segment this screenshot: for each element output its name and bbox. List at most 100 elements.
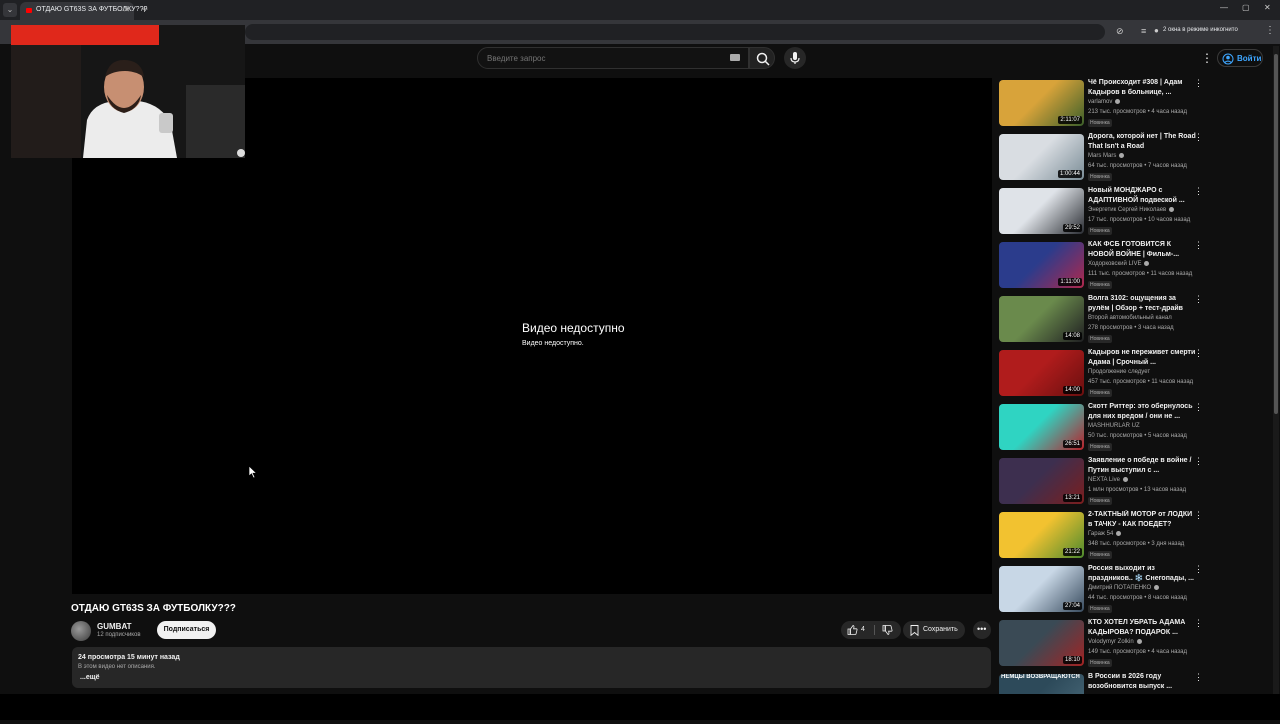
recommendation-channel[interactable]: Продолжение следует	[1088, 369, 1150, 375]
more-horizontal-icon: •••	[977, 624, 987, 634]
subscribe-button[interactable]: Подписаться	[157, 621, 216, 639]
more-actions-button[interactable]: •••	[973, 621, 991, 639]
search-box[interactable]	[477, 47, 749, 69]
voice-search-button[interactable]	[784, 47, 806, 69]
recommendation-thumbnail[interactable]: 27:04	[999, 566, 1084, 612]
verified-icon	[1154, 585, 1160, 590]
recommendation-menu-icon[interactable]: ⋮	[1194, 186, 1203, 197]
recommendation-item[interactable]: 26:51 Скотт Риттер: это обернулось для ни…	[999, 402, 1209, 454]
recommendation-menu-icon[interactable]: ⋮	[1194, 672, 1203, 683]
recommendation-title[interactable]: КТО ХОТЕЛ УБРАТЬ АДАМА КАДЫРОВА? ПОДАРОК…	[1088, 618, 1198, 638]
recommendation-menu-icon[interactable]: ⋮	[1194, 240, 1203, 251]
recommendation-menu-icon[interactable]: ⋮	[1194, 348, 1203, 359]
recommendation-title[interactable]: Россия выходит из праздников.. ❄️ Снегоп…	[1088, 564, 1198, 584]
like-button[interactable]: 4	[841, 621, 874, 639]
search-input[interactable]	[487, 54, 717, 63]
recommendation-thumbnail[interactable]: 14:08	[999, 296, 1084, 342]
video-duration: 21:22	[1062, 548, 1082, 556]
settings-menu-icon[interactable]: ⋮	[1201, 51, 1213, 65]
recommendation-title[interactable]: 2-ТАКТНЫЙ МОТОР от ЛОДКИ в ТАЧКУ - КАК П…	[1088, 510, 1198, 530]
recommendation-channel[interactable]: Энергетик Сергей Николаев	[1088, 207, 1175, 213]
new-badge: Новинка	[1088, 389, 1112, 397]
video-duration: 1:11:00	[1058, 278, 1082, 286]
recommendation-meta: 111 тыс. просмотров • 11 часов назад	[1088, 271, 1193, 277]
recommendation-channel[interactable]: Volodymyr Zolkin	[1088, 639, 1142, 645]
show-more-link[interactable]: ...ещё	[80, 674, 100, 681]
recommendation-menu-icon[interactable]: ⋮	[1194, 294, 1203, 305]
recommendation-thumbnail[interactable]: 1:00:44	[999, 134, 1084, 180]
recommendation-channel[interactable]: Mars Mars	[1088, 153, 1125, 159]
recommendation-channel[interactable]: Ходорковский LIVE	[1088, 261, 1150, 267]
video-duration: 13:21	[1062, 494, 1082, 502]
save-button[interactable]: Сохранить	[903, 621, 965, 639]
recommendation-item[interactable]: 2:11:07 Чё Происходит #308 | Адам Кадыров…	[999, 78, 1209, 130]
recommendation-item[interactable]: 27:04 Россия выходит из праздников.. ❄️ С…	[999, 564, 1209, 616]
close-icon[interactable]: ✕	[123, 5, 130, 14]
recommendation-title[interactable]: Скотт Риттер: это обернулось для них вре…	[1088, 402, 1198, 422]
recommendation-thumbnail[interactable]: 1:11:00	[999, 242, 1084, 288]
recommendation-title[interactable]: Заявление о победе в войне / Путин высту…	[1088, 456, 1198, 476]
recommendation-thumbnail[interactable]: 2:11:07	[999, 80, 1084, 126]
recommendation-menu-icon[interactable]: ⋮	[1194, 564, 1203, 575]
recommendation-thumbnail[interactable]: 26:51	[999, 404, 1084, 450]
recommendation-menu-icon[interactable]: ⋮	[1194, 402, 1203, 413]
recommendation-item[interactable]: 29:52 Новый МОНДЖАРО с АДАПТИВНОЙ подвеск…	[999, 186, 1209, 238]
recommendation-channel[interactable]: Второй автомобильный канал	[1088, 315, 1172, 321]
recommendation-channel-name: Гараж 54	[1088, 531, 1114, 538]
recommendation-item[interactable]: 14:00 Кадыров не переживет смерти Адама |…	[999, 348, 1209, 400]
new-tab-icon[interactable]: +	[141, 2, 148, 16]
recommendation-thumbnail[interactable]: 29:52	[999, 188, 1084, 234]
recommendation-channel[interactable]: NEXTA Live	[1088, 477, 1128, 483]
recommendation-item[interactable]: 1:11:00 КАК ФСБ ГОТОВИТСЯ К НОВОЙ ВОЙНЕ |…	[999, 240, 1209, 292]
microphone-icon	[790, 52, 800, 64]
recommendation-channel[interactable]: Гараж 54	[1088, 531, 1122, 538]
recommendation-menu-icon[interactable]: ⋮	[1194, 510, 1203, 521]
recommendation-item[interactable]: 14:08 Волга 3102: ощущения за рулём | Обз…	[999, 294, 1209, 346]
recommendation-thumbnail[interactable]: 14:00	[999, 350, 1084, 396]
recommendation-thumbnail[interactable]: 18:10	[999, 620, 1084, 666]
media-icon[interactable]: ≡	[1141, 26, 1146, 36]
scrollbar-thumb[interactable]	[1274, 54, 1278, 414]
recommendation-item[interactable]: 21:22 2-ТАКТНЫЙ МОТОР от ЛОДКИ в ТАЧКУ - …	[999, 510, 1209, 562]
recommendation-title[interactable]: КАК ФСБ ГОТОВИТСЯ К НОВОЙ ВОЙНЕ | Фильм-…	[1088, 240, 1198, 260]
recommendation-thumbnail[interactable]: 13:21	[999, 458, 1084, 504]
signin-button[interactable]: Войти	[1217, 49, 1263, 67]
dislike-button[interactable]	[875, 621, 901, 639]
description-box[interactable]: 24 просмотра 15 минут назад В этом видео…	[72, 647, 991, 688]
recommendation-menu-icon[interactable]: ⋮	[1194, 78, 1203, 89]
recommendation-title[interactable]: Чё Происходит #308 | Адам Кадыров в боль…	[1088, 78, 1198, 98]
recommendation-menu-icon[interactable]: ⋮	[1194, 618, 1203, 629]
recommendation-title[interactable]: Дорога, которой нет | The Road That Isn'…	[1088, 132, 1198, 152]
recommendation-channel[interactable]: MASHHURLAR UZ	[1088, 423, 1140, 429]
recommendation-item[interactable]: 18:10 КТО ХОТЕЛ УБРАТЬ АДАМА КАДЫРОВА? ПО…	[999, 618, 1209, 670]
recommendation-menu-icon[interactable]: ⋮	[1194, 456, 1203, 467]
maximize-icon[interactable]: ▢	[1242, 3, 1250, 12]
recommendation-title[interactable]: Кадыров не переживет смерти Адама | Сроч…	[1088, 348, 1198, 368]
channel-name[interactable]: GUMBAT	[97, 622, 132, 631]
url-field[interactable]	[245, 24, 1105, 40]
incognito-label[interactable]: 2 окна в режиме инкогнито	[1163, 27, 1238, 33]
page-scrollbar[interactable]	[1273, 46, 1279, 694]
recommendation-meta: 50 тыс. просмотров • 5 часов назад	[1088, 433, 1187, 439]
verified-icon	[1115, 99, 1121, 104]
recommendation-channel[interactable]: Дмитрий ПОТАПЕНКО	[1088, 585, 1160, 591]
recommendation-item[interactable]: 1:00:44 Дорога, которой нет | The Road Th…	[999, 132, 1209, 184]
menu-icon[interactable]: ⋮	[1265, 25, 1275, 36]
recommendation-item[interactable]: 13:21 Заявление о победе в войне / Путин …	[999, 456, 1209, 508]
recommendation-title[interactable]: В России в 2026 году возобновится выпуск…	[1088, 672, 1198, 692]
channel-avatar[interactable]	[71, 621, 91, 641]
recommendation-title[interactable]: Волга 3102: ощущения за рулём | Обзор + …	[1088, 294, 1198, 314]
close-window-icon[interactable]: ✕	[1264, 3, 1271, 12]
browser-tab[interactable]: ОТДАЮ GT63S ЗА ФУТБОЛКУ??? ✕	[20, 2, 147, 20]
recommendation-title[interactable]: Новый МОНДЖАРО с АДАПТИВНОЙ подвеской ..…	[1088, 186, 1198, 206]
recommendation-meta: 278 просмотров • 3 часа назад	[1088, 325, 1174, 331]
keyboard-icon[interactable]	[730, 54, 740, 61]
thumbnail-overlay-text: НЕМЦЫ ВОЗВРАЩАЮТСЯ	[1001, 674, 1080, 680]
recommendation-channel[interactable]: varlamov	[1088, 99, 1121, 105]
recommendation-thumbnail[interactable]: 21:22	[999, 512, 1084, 558]
tab-list-icon[interactable]: ⌄	[3, 3, 17, 17]
minimize-icon[interactable]: —	[1220, 3, 1228, 12]
eye-off-icon[interactable]: ⊘	[1116, 26, 1124, 37]
search-button[interactable]	[749, 47, 775, 69]
recommendation-menu-icon[interactable]: ⋮	[1194, 132, 1203, 143]
